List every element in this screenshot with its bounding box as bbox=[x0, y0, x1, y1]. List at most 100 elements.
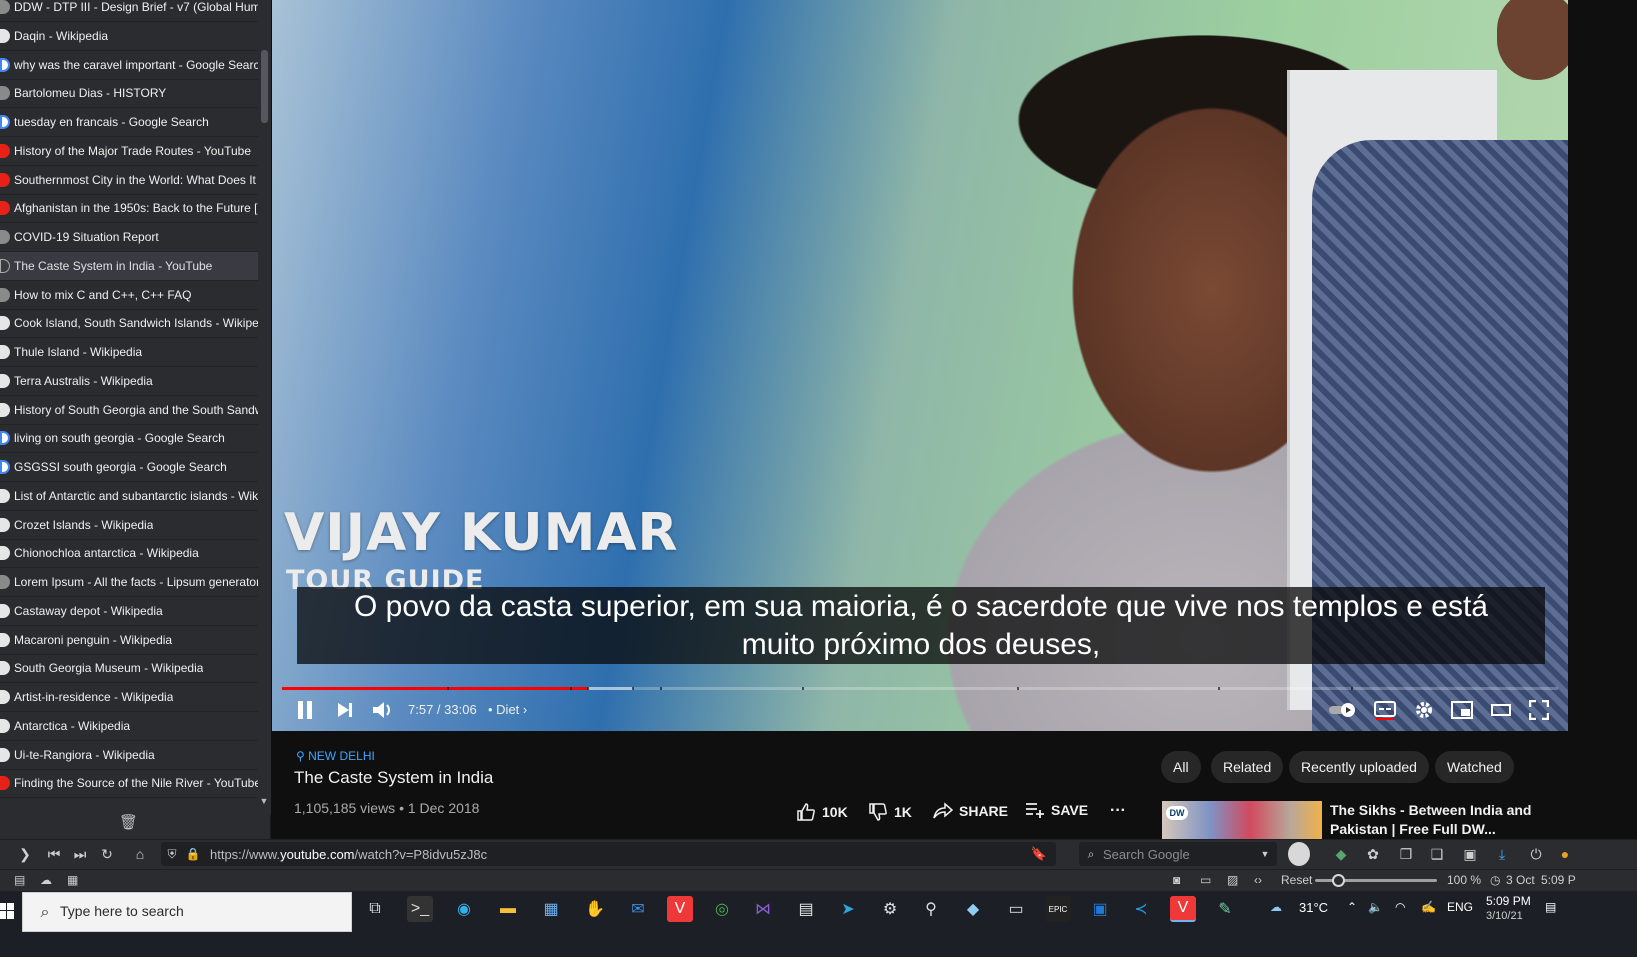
sidebar-tab[interactable]: Lorem Ipsum - All the facts - Lipsum gen… bbox=[0, 568, 258, 597]
app-icon[interactable]: ▭ bbox=[1003, 896, 1029, 922]
fullscreen-button[interactable] bbox=[1526, 697, 1552, 723]
zoom-slider-handle[interactable] bbox=[1332, 874, 1345, 887]
capture-icon[interactable]: ◙ bbox=[1173, 872, 1180, 888]
language-indicator[interactable]: ENG bbox=[1447, 900, 1473, 914]
image-icon[interactable]: ▨ bbox=[1227, 872, 1238, 888]
sidebar-tab[interactable]: Thule Island - Wikipedia bbox=[0, 338, 258, 367]
chrome-icon[interactable]: ◎ bbox=[709, 896, 735, 922]
vscode-icon[interactable]: ≺ bbox=[1128, 896, 1154, 922]
tray-chevron-icon[interactable]: ⌃ bbox=[1347, 900, 1357, 914]
app-icon[interactable]: ◆ bbox=[960, 896, 986, 922]
sidebar-tab[interactable]: Antarctica - Wikipedia bbox=[0, 712, 258, 741]
sidebar-tab[interactable]: Terra Australis - Wikipedia bbox=[0, 367, 258, 396]
home-button[interactable]: ⌂ bbox=[130, 845, 150, 863]
trash-icon[interactable]: 🗑 bbox=[119, 813, 138, 831]
share-button[interactable]: SHARE bbox=[933, 802, 1008, 820]
sidebar-tab[interactable]: living on south georgia - Google Search bbox=[0, 424, 258, 454]
sidebar-tab[interactable]: List of Antarctic and subantarctic islan… bbox=[0, 482, 258, 511]
calendar-icon[interactable]: ▦ bbox=[67, 872, 78, 888]
next-button[interactable] bbox=[332, 697, 358, 723]
settings-button[interactable] bbox=[1411, 697, 1437, 723]
recommendation-title[interactable]: The Sikhs - Between India and Pakistan |… bbox=[1330, 801, 1560, 839]
sidebar-scrollbar-thumb[interactable] bbox=[261, 50, 268, 123]
epic-games-icon[interactable]: EPIC bbox=[1045, 896, 1071, 922]
sidebar-tab[interactable]: History of South Georgia and the South S… bbox=[0, 396, 258, 425]
subtitles-button[interactable] bbox=[1372, 697, 1398, 723]
shield-icon[interactable]: ⛨ bbox=[164, 845, 180, 863]
file-explorer-icon[interactable]: ▬ bbox=[495, 896, 521, 922]
scroll-down-arrow-icon[interactable]: ▼ bbox=[258, 796, 270, 808]
app-icon[interactable]: ✋ bbox=[582, 896, 608, 922]
settings-gear-icon[interactable]: ⚙ bbox=[877, 896, 903, 922]
sidebar-tab[interactable]: Bartolomeu Dias - HISTORY bbox=[0, 79, 258, 109]
sidebar-tab[interactable]: Daqin - Wikipedia bbox=[0, 22, 258, 51]
autoplay-toggle[interactable] bbox=[1328, 697, 1358, 723]
theater-mode-button[interactable] bbox=[1488, 697, 1514, 723]
app-icon[interactable]: ✎ bbox=[1212, 896, 1238, 922]
sidebar-tab[interactable]: Castaway depot - Wikipedia bbox=[0, 597, 258, 626]
save-button[interactable]: SAVE bbox=[1025, 802, 1088, 818]
terminal-icon[interactable]: >_ bbox=[407, 896, 433, 922]
mail-icon[interactable]: ✉ bbox=[625, 896, 651, 922]
app-icon[interactable]: ▦ bbox=[538, 896, 564, 922]
sidebar-tab[interactable]: Macaroni penguin - Wikipedia bbox=[0, 626, 258, 655]
extension-icon[interactable]: ❐ bbox=[1397, 845, 1415, 863]
cloud-sync-icon[interactable]: ☁ bbox=[40, 872, 52, 888]
video-player[interactable]: VIJAY KUMAR TOUR GUIDE O povo da casta s… bbox=[272, 0, 1568, 731]
page-actions-icon[interactable]: ‹› bbox=[1254, 872, 1262, 888]
sidebar-tab[interactable]: South Georgia Museum - Wikipedia bbox=[0, 654, 258, 684]
zoom-reset-button[interactable]: Reset bbox=[1281, 872, 1312, 888]
sidebar-tab[interactable]: Crozet Islands - Wikipedia bbox=[0, 511, 258, 540]
app-icon[interactable]: ⚲ bbox=[918, 896, 944, 922]
telegram-icon[interactable]: ➤ bbox=[835, 896, 861, 922]
chip-recently-uploaded[interactable]: Recently uploaded bbox=[1289, 751, 1429, 783]
outlook-icon[interactable]: ▣ bbox=[1087, 896, 1113, 922]
sidebar-tab[interactable]: How to mix C and C++, C++ FAQ bbox=[0, 281, 258, 310]
recommendation-thumbnail[interactable] bbox=[1162, 801, 1322, 839]
power-icon[interactable]: ⏻ bbox=[1527, 845, 1545, 863]
chapter-button[interactable]: • Diet › bbox=[488, 702, 527, 717]
bookmark-icon[interactable]: 🔖 bbox=[1031, 845, 1047, 863]
sidebar-tab[interactable]: Artist-in-residence - Wikipedia bbox=[0, 683, 258, 712]
location-link[interactable]: ⚲ NEW DELHI bbox=[296, 749, 375, 763]
extension-icon[interactable]: ● bbox=[1560, 845, 1570, 863]
pause-button[interactable] bbox=[292, 697, 318, 723]
progress-bar[interactable] bbox=[282, 687, 1558, 690]
sidebar-tab[interactable]: DDW - DTP III - Design Brief - v7 (Globa… bbox=[0, 0, 258, 22]
extension-icon[interactable]: ▣ bbox=[1461, 845, 1479, 863]
forward-button[interactable]: ❯ bbox=[16, 845, 34, 863]
dislike-button[interactable]: 1K bbox=[868, 802, 912, 822]
sidebar-tab[interactable]: Cook Island, South Sandwich Islands - Wi… bbox=[0, 309, 258, 339]
sidebar-tab[interactable]: Finding the Source of the Nile River - Y… bbox=[0, 769, 258, 799]
vivaldi-icon[interactable]: V bbox=[667, 896, 693, 922]
more-actions-button[interactable]: ··· bbox=[1110, 802, 1126, 820]
volume-button[interactable] bbox=[370, 697, 396, 723]
edge-icon[interactable]: ◉ bbox=[451, 896, 477, 922]
task-view-icon[interactable]: ⧉ bbox=[362, 896, 388, 922]
pen-icon[interactable]: ✍ bbox=[1421, 900, 1436, 914]
sidebar-tab[interactable]: COVID-19 Situation Report bbox=[0, 223, 258, 252]
vivaldi-icon[interactable]: V bbox=[1170, 896, 1196, 922]
sidebar-tab[interactable]: tuesday en francais - Google Search bbox=[0, 108, 258, 137]
download-icon[interactable]: ⤓ bbox=[1493, 845, 1511, 863]
sidebar-tab[interactable]: why was the caravel important - Google S… bbox=[0, 51, 258, 80]
tile-icon[interactable]: ▭ bbox=[1200, 872, 1211, 888]
sidebar-tab[interactable]: Southernmost City in the World: What Doe… bbox=[0, 166, 258, 195]
sidebar-tab[interactable]: History of the Major Trade Routes - YouT… bbox=[0, 137, 258, 166]
sidebar-tab[interactable]: The Caste System in India - YouTube bbox=[0, 251, 258, 281]
reload-button[interactable]: ↻ bbox=[97, 845, 117, 863]
volume-tray-icon[interactable]: 🔈 bbox=[1368, 900, 1383, 914]
miniplayer-button[interactable] bbox=[1449, 697, 1475, 723]
app-icon[interactable]: ▤ bbox=[793, 896, 819, 922]
extension-icon[interactable]: ✿ bbox=[1364, 845, 1382, 863]
url-text[interactable]: https://www.youtube.com/watch?v=P8idvu5z… bbox=[210, 847, 487, 862]
visual-studio-icon[interactable]: ⋈ bbox=[750, 896, 776, 922]
wifi-icon[interactable]: ◠ bbox=[1395, 900, 1405, 914]
weather-icon[interactable]: ☁ bbox=[1270, 900, 1282, 914]
extension-icon[interactable]: ❑ bbox=[1428, 845, 1446, 863]
like-button[interactable]: 10K bbox=[796, 802, 848, 822]
rewind-button[interactable]: ⏮ bbox=[45, 845, 63, 863]
taskbar-date[interactable]: 3/10/21 bbox=[1486, 910, 1523, 922]
panel-toggle-icon[interactable]: ▤ bbox=[14, 872, 25, 888]
sidebar-tab[interactable]: Chionochloa antarctica - Wikipedia bbox=[0, 539, 258, 569]
